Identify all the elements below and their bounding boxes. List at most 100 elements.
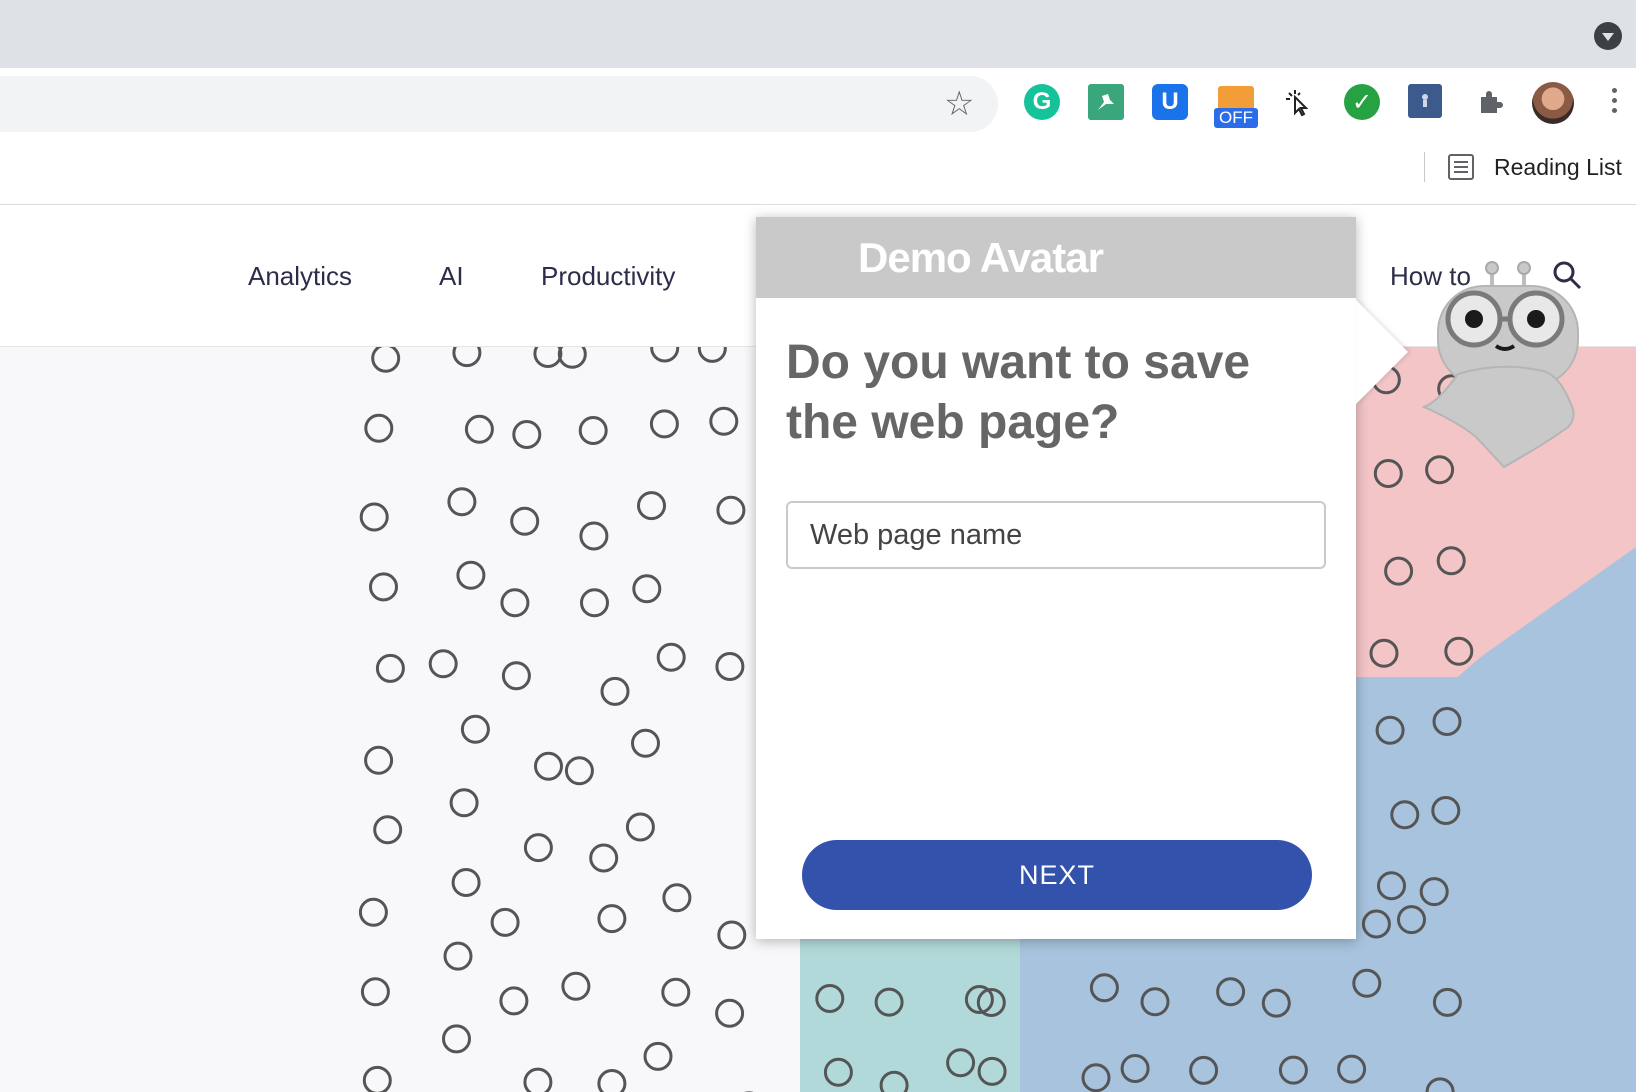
hero-dot [499,986,529,1016]
hero-dot [490,907,520,937]
grammarly-extension-icon[interactable]: G [1024,84,1060,120]
next-button[interactable]: NEXT [802,840,1312,910]
browser-menu-icon[interactable] [1612,88,1618,118]
kangaroo-extension-icon[interactable] [1088,84,1124,120]
hero-dot [373,815,403,845]
web-page-name-input[interactable] [786,501,1326,569]
hero-dot [452,347,482,368]
hero-dot [447,487,477,517]
puzzle-extensions-icon[interactable] [1472,84,1508,120]
hero-dot [362,1065,392,1092]
hero-dot [1216,977,1246,1007]
image-off-extension-icon[interactable]: OFF [1214,86,1258,130]
hero-dot [662,883,692,913]
hero-dot [1373,459,1403,488]
hero-dot [632,574,662,604]
cursor-extension-icon[interactable] [1280,84,1316,120]
hero-dot [1261,988,1291,1018]
hero-dot [1384,556,1414,586]
hero-dot [369,572,398,602]
hero-dot [1120,1054,1150,1083]
hero-dot [428,649,458,679]
hero-dot [523,1067,553,1092]
hero-dot [512,420,542,449]
hero-dot [637,491,666,521]
hero-dot [557,347,587,369]
hero-dot [715,652,745,681]
hero-dot [578,416,608,445]
bookmark-extension-icon[interactable] [1408,84,1442,118]
hero-dot [564,756,594,786]
hero-dot [359,502,389,532]
hero-dot [946,1048,976,1078]
hero-dot [1375,715,1405,745]
profile-avatar[interactable] [1532,82,1574,124]
hero-dot [1081,1063,1111,1092]
hero-dot [364,413,394,443]
hero-dot [977,1056,1007,1086]
hero-dot [879,1070,909,1092]
hero-dot [523,833,553,863]
hero-dot [631,728,660,758]
hero-dot [650,347,680,363]
nav-link-ai[interactable]: AI [439,261,464,292]
hero-dot [1397,905,1426,935]
hero-dot [597,1069,627,1092]
hero-dot [1278,1055,1308,1085]
hero-dot [1425,1077,1455,1092]
hero-dot [597,904,627,934]
hero-dot [1337,1054,1367,1084]
robot-avatar-icon[interactable] [1418,252,1588,472]
hero-dot [709,406,739,436]
hero-dot [500,588,530,618]
hero-dot [358,897,388,927]
hero-dot [716,495,746,525]
bookmarks-divider [1424,152,1425,182]
nav-link-analytics[interactable]: Analytics [248,261,352,292]
hero-dot [643,1041,673,1071]
hero-dot [1377,871,1406,901]
hero-dot [364,745,394,775]
nav-link-productivity[interactable]: Productivity [541,261,675,292]
hero-dot [656,642,686,672]
hero-dot [1431,796,1461,825]
hero-dot [715,998,745,1028]
hero-dot [371,347,401,373]
hero-dot [460,714,490,744]
hero-dot [534,751,563,781]
hero-dot [1369,638,1399,668]
hero-dot [360,977,390,1007]
hero-dot [1189,1055,1219,1085]
hero-dot [1444,636,1474,666]
hero-dot [600,676,630,706]
popup-title: Demo Avatar [756,217,1356,298]
bookmark-star-icon[interactable]: ☆ [944,84,974,124]
hero-dot [533,347,563,368]
check-extension-icon[interactable]: ✓ [1344,84,1380,120]
off-badge: OFF [1214,108,1258,128]
hero-dot [1390,800,1420,830]
tab-search-icon[interactable] [1594,22,1622,50]
hero-dot [442,1024,471,1054]
hero-dot [443,941,473,971]
hero-dot [874,987,904,1017]
popup-pointer [1356,300,1408,404]
reading-list-button[interactable]: Reading List [1494,154,1622,181]
hero-dot [1419,877,1449,907]
hero-dot [464,414,494,444]
hero-dot [589,843,619,873]
hero-dot [456,560,486,590]
demo-avatar-popup: Demo Avatar Do you want to save the web … [756,217,1356,939]
hero-dot [625,812,655,842]
u-extension-icon[interactable]: U [1152,84,1188,120]
tab-strip [0,0,1636,68]
hero-dot [580,588,609,618]
address-bar[interactable] [0,76,998,132]
reading-list-icon[interactable] [1448,154,1474,180]
hero-dot [449,788,479,818]
bookmarks-bar: Reading List [0,142,1636,205]
popup-question: Do you want to save the web page? [786,336,1251,449]
hero-dot [375,653,405,683]
hero-dot [1361,909,1391,939]
hero-dot [1352,968,1382,998]
